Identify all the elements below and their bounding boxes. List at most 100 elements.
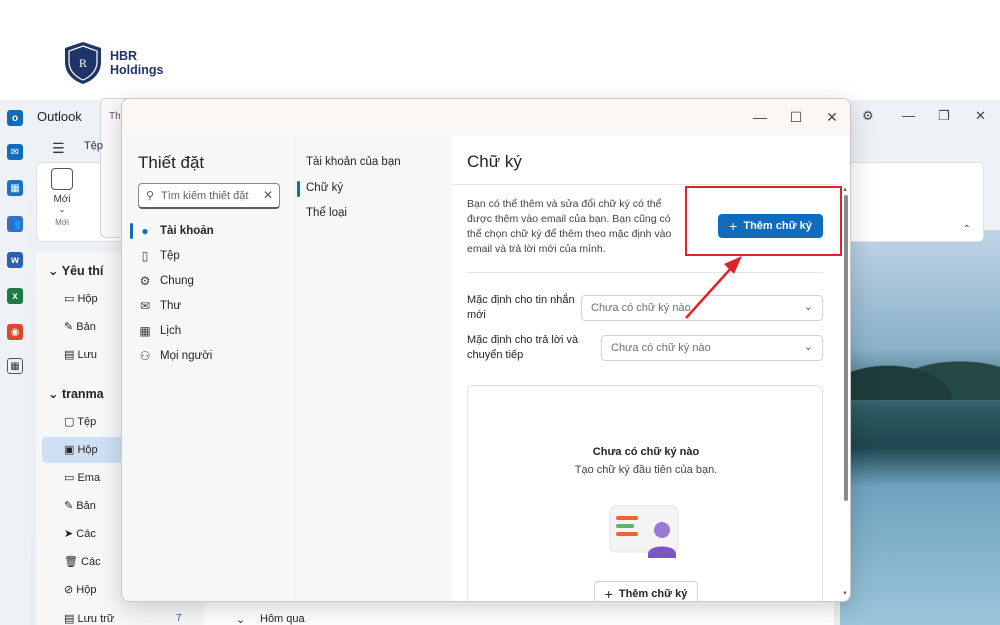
- calendar-icon: ▦: [139, 324, 151, 338]
- settings-gear-icon[interactable]: ⚙: [862, 108, 874, 124]
- button-label: Thêm chữ ký: [618, 588, 688, 600]
- page-title: Chữ ký: [467, 152, 522, 171]
- chevron-down-icon: ⌄: [803, 341, 813, 353]
- restore-icon[interactable]: ❐: [938, 108, 950, 124]
- signature-description: Bạn có thể thêm và sửa đổi chữ ký có thể…: [467, 198, 672, 255]
- subnav-item-signature[interactable]: Chữ ký: [306, 182, 343, 194]
- gear-icon: ⚙: [139, 274, 151, 288]
- nav-item-general[interactable]: ⚙ Chung: [138, 271, 194, 291]
- scrollbar-thumb[interactable]: [844, 195, 848, 501]
- nav-label: Thư: [160, 300, 182, 312]
- outlook-title: Outlook: [37, 109, 82, 124]
- folder-item-archive[interactable]: ▤ Lưu trữ: [64, 612, 114, 625]
- new-mail-button[interactable]: Mới ⌄ Mới: [44, 168, 80, 227]
- mail-icon: ✉: [139, 299, 151, 313]
- minimize-icon[interactable]: —: [902, 108, 915, 123]
- nav-item-account[interactable]: ● Tài khoản: [138, 221, 214, 241]
- desktop-wallpaper: [840, 230, 1000, 625]
- folder-item-inbox[interactable]: ▣ Hộp: [64, 443, 98, 456]
- nav-label: Chung: [160, 275, 194, 287]
- app-rail: o ✉ ▦ 👥 w x ◉ ▦: [0, 100, 30, 625]
- subnav-item-categories[interactable]: Thể loại: [306, 207, 347, 219]
- search-input[interactable]: [161, 187, 261, 205]
- excel-icon[interactable]: x: [7, 288, 23, 304]
- dropdown-value: Chưa có chữ ký nào: [591, 302, 691, 314]
- favorites-header[interactable]: ⌄ Yêu thí: [48, 263, 103, 278]
- highlight-box: [685, 186, 842, 256]
- collapse-ribbon-icon[interactable]: ⌃: [963, 224, 971, 235]
- tab-file[interactable]: Tệp: [84, 140, 103, 152]
- folder-item[interactable]: ▢ Tệp: [64, 415, 96, 428]
- divider: [467, 272, 823, 273]
- people-icon: ⚇: [139, 349, 151, 363]
- settings-nav: Thiết đặt ⚲ ✕ ● Tài khoản ▯ Tệp ⚙ Chung …: [122, 135, 294, 601]
- hamburger-menu-icon[interactable]: ☰: [52, 140, 65, 157]
- nav-item-calendar[interactable]: ▦ Lịch: [138, 321, 181, 341]
- empty-title: Chưa có chữ ký nào: [592, 446, 700, 458]
- dropdown-value: Chưa có chữ ký nào: [611, 342, 711, 354]
- account-header[interactable]: ⌄ tranma: [48, 386, 104, 401]
- folder-item[interactable]: ⊘ Hộp: [64, 583, 96, 596]
- clear-icon[interactable]: ✕: [263, 188, 273, 202]
- hbr-logo: R HBR Holdings: [62, 40, 163, 86]
- svg-text:R: R: [79, 56, 87, 70]
- scroll-down-icon[interactable]: ▼: [842, 591, 848, 597]
- folder-item[interactable]: ✎ Bản: [64, 499, 96, 512]
- folder-fav-drafts[interactable]: ✎ Bản: [64, 320, 96, 333]
- nav-label: Tài khoản: [160, 225, 214, 237]
- close-icon[interactable]: ✕: [822, 109, 842, 126]
- new-label: Mới: [53, 194, 71, 205]
- dialog-titlebar: — ☐ ✕: [122, 99, 850, 135]
- scroll-up-icon[interactable]: ▲: [842, 187, 848, 193]
- nav-item-mail[interactable]: ✉ Thư: [138, 296, 181, 316]
- people-icon[interactable]: 👥: [7, 216, 23, 232]
- apps-icon[interactable]: ▦: [7, 358, 23, 374]
- empty-state-card: Chưa có chữ ký nào Tạo chữ ký đầu tiên c…: [467, 385, 823, 602]
- nav-item-files[interactable]: ▯ Tệp: [138, 246, 180, 266]
- settings-search[interactable]: ⚲ ✕: [138, 183, 280, 209]
- folder-fav-archive[interactable]: ▤ Lưu: [64, 348, 97, 361]
- nav-item-people[interactable]: ⚇ Mọi người: [138, 346, 213, 366]
- folder-item[interactable]: 🗑 Các: [64, 555, 101, 568]
- nav-label: Tệp: [160, 250, 180, 262]
- outlook-app-icon[interactable]: o: [7, 110, 23, 126]
- default-new-label: Mặc định cho tin nhắn mới: [467, 294, 575, 321]
- subnav-item-your-account[interactable]: Tài khoản của bạn: [306, 156, 401, 168]
- close-icon[interactable]: ✕: [975, 108, 986, 124]
- calendar-icon[interactable]: ▦: [7, 180, 23, 196]
- office-icon[interactable]: ◉: [7, 324, 23, 340]
- folder-item[interactable]: ➤ Các: [64, 527, 96, 540]
- signature-card-illustration-icon: [609, 505, 679, 558]
- search-icon: ⚲: [146, 190, 155, 202]
- minimize-icon[interactable]: —: [750, 109, 770, 125]
- signature-settings-panel: Chữ ký Bạn có thể thêm và sửa đổi chữ ký…: [452, 135, 850, 602]
- group-label: Mới: [55, 218, 69, 227]
- bg-window-label: Th: [109, 111, 121, 122]
- folder-item[interactable]: ▭ Ema: [64, 471, 100, 484]
- group-header: Hôm qua: [260, 613, 305, 625]
- plus-icon: +: [604, 586, 613, 602]
- logo-line1: HBR: [110, 49, 138, 63]
- mail-icon[interactable]: ✉: [7, 144, 23, 160]
- nav-label: Mọi người: [160, 350, 213, 362]
- message-list: ⌄ Hôm qua: [204, 600, 834, 625]
- folder-fav-inbox[interactable]: ▭ Hộp: [64, 292, 98, 305]
- file-icon: ▯: [141, 249, 149, 263]
- create-signature-button[interactable]: + Thêm chữ ký: [594, 581, 698, 602]
- empty-subtitle: Tạo chữ ký đầu tiên của bạn.: [574, 464, 718, 476]
- maximize-icon[interactable]: ☐: [786, 109, 806, 126]
- chevron-down-icon: ⌄: [803, 301, 813, 313]
- chevron-down-icon[interactable]: ⌄: [236, 613, 245, 625]
- person-icon: ●: [141, 224, 149, 238]
- default-new-dropdown[interactable]: Chưa có chữ ký nào ⌄: [581, 295, 823, 321]
- logo-text: HBR Holdings: [110, 49, 163, 77]
- default-reply-label: Mặc định cho trả lời và chuyển tiếp: [467, 334, 579, 361]
- compose-icon: [51, 168, 73, 190]
- logo-line2: Holdings: [110, 63, 164, 77]
- word-icon[interactable]: w: [7, 252, 23, 268]
- shield-logo-icon: R: [65, 42, 101, 84]
- nav-label: Lịch: [160, 325, 182, 337]
- active-indicator: [130, 223, 133, 239]
- default-reply-dropdown[interactable]: Chưa có chữ ký nào ⌄: [601, 335, 823, 361]
- settings-dialog: — ☐ ✕ Thiết đặt ⚲ ✕ ● Tài khoản ▯ Tệp ⚙ …: [121, 98, 851, 602]
